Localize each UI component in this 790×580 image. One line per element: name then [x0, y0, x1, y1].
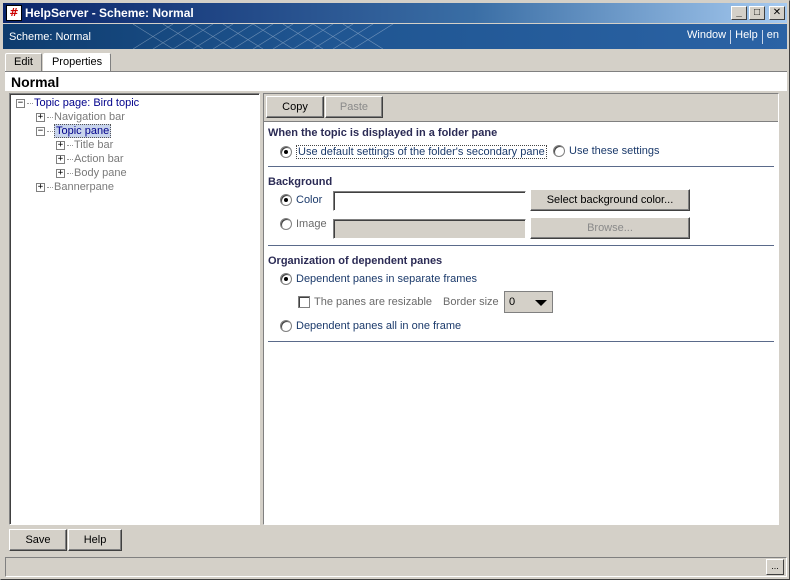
save-button[interactable]: Save [9, 529, 67, 551]
maximize-button[interactable]: □ [749, 6, 765, 20]
scheme-bar: Scheme: Normal Window Help en [3, 24, 787, 49]
tree-connector [47, 116, 53, 118]
section-divider [268, 341, 774, 342]
tab-edit[interactable]: Edit [5, 53, 42, 71]
paste-button[interactable]: Paste [325, 96, 383, 118]
background-color-field[interactable] [333, 191, 526, 211]
checkbox-label: The panes are resizable [314, 296, 433, 308]
close-button[interactable]: ✕ [769, 6, 785, 20]
expand-icon[interactable]: + [56, 168, 65, 178]
border-size-label: Border size [443, 296, 499, 308]
section-divider [268, 166, 774, 167]
tree-connector [27, 102, 33, 104]
title-bar: # HelpServer - Scheme: Normal _ □ ✕ [3, 3, 787, 23]
tree-node-topic-page[interactable]: − Topic page: Bird topic [16, 96, 139, 110]
checkbox-panes-resizable[interactable]: The panes are resizable [298, 296, 432, 308]
collapse-icon[interactable]: − [36, 126, 45, 136]
radio-icon[interactable] [280, 273, 292, 285]
window-title: HelpServer - Scheme: Normal [25, 6, 194, 20]
select-background-color-button[interactable]: Select background color... [530, 189, 690, 211]
folder-pane-section-title: When the topic is displayed in a folder … [268, 127, 498, 139]
tree-node-label: Body pane [74, 167, 127, 179]
copy-button[interactable]: Copy [266, 96, 324, 118]
background-image-field[interactable] [333, 219, 526, 239]
radio-background-image[interactable]: Image [280, 218, 327, 230]
status-options-button[interactable]: ... [766, 559, 784, 575]
expand-icon[interactable]: + [56, 140, 65, 150]
tree-node-topic-pane[interactable]: − Topic pane [36, 124, 112, 138]
tree-node-bannerpane[interactable]: + Bannerpane [36, 180, 114, 194]
radio-label: Dependent panes in separate frames [296, 273, 478, 285]
browse-button[interactable]: Browse... [530, 217, 690, 239]
background-section-title: Background [268, 176, 333, 188]
status-bar: ... [5, 557, 787, 577]
expand-icon[interactable]: + [36, 112, 45, 122]
checkbox-icon[interactable] [298, 296, 310, 308]
radio-label: Color [296, 194, 323, 206]
tree-node-navigation-bar[interactable]: + Navigation bar [36, 110, 125, 124]
menu-help[interactable]: Help [731, 29, 762, 44]
scheme-bar-decoration [133, 24, 394, 49]
tree-connector [47, 186, 53, 188]
tree-node-label: Bannerpane [54, 181, 114, 193]
tree-node-label: Navigation bar [54, 111, 125, 123]
chevron-down-icon [535, 300, 547, 306]
radio-icon[interactable] [280, 320, 292, 332]
app-icon: # [6, 5, 22, 21]
tree-node-label: Topic pane [54, 124, 112, 138]
tree-connector [67, 144, 73, 146]
tree-node-action-bar[interactable]: + Action bar [56, 152, 124, 166]
tree-connector [67, 172, 73, 174]
border-size-select[interactable]: 0 [504, 291, 553, 313]
radio-icon[interactable] [280, 218, 292, 230]
border-size-value: 0 [509, 296, 516, 308]
expand-icon[interactable]: + [36, 182, 45, 192]
minimize-button[interactable]: _ [731, 6, 747, 20]
menu-language[interactable]: en [763, 29, 783, 44]
radio-icon[interactable] [280, 194, 292, 206]
tab-properties[interactable]: Properties [42, 53, 112, 72]
tree-connector [67, 158, 73, 160]
organization-section-title: Organization of dependent panes [268, 255, 443, 267]
radio-icon[interactable] [280, 146, 292, 158]
radio-one-frame[interactable]: Dependent panes all in one frame [280, 320, 461, 332]
radio-default-settings[interactable]: Use default settings of the folder's sec… [280, 145, 547, 159]
radio-label: Use these settings [569, 145, 660, 157]
page-title: Normal [11, 74, 60, 90]
radio-label: Dependent panes all in one frame [296, 320, 462, 332]
tree-node-label: Action bar [74, 153, 124, 165]
radio-icon[interactable] [553, 145, 565, 157]
properties-panel: Copy Paste When the topic is displayed i… [263, 93, 779, 525]
tree-node-label: Topic page: Bird topic [34, 97, 140, 109]
heading-bar: Normal [5, 71, 787, 91]
radio-background-color[interactable]: Color [280, 194, 322, 206]
tab-strip: Edit Properties [5, 53, 112, 72]
expand-icon[interactable]: + [56, 154, 65, 164]
main-window: # HelpServer - Scheme: Normal _ □ ✕ Sche… [0, 0, 790, 580]
help-button[interactable]: Help [68, 529, 122, 551]
tree-connector [47, 130, 53, 132]
menu-window[interactable]: Window [683, 29, 730, 44]
section-divider [268, 245, 774, 246]
radio-use-these-settings[interactable]: Use these settings [553, 145, 660, 157]
radio-label: Image [296, 218, 327, 230]
tree-node-title-bar[interactable]: + Title bar [56, 138, 113, 152]
tree-node-label: Title bar [74, 139, 114, 151]
properties-toolbar: Copy Paste [264, 94, 778, 122]
radio-separate-frames[interactable]: Dependent panes in separate frames [280, 273, 477, 285]
collapse-icon[interactable]: − [16, 98, 25, 108]
radio-label: Use default settings of the folder's sec… [296, 145, 547, 159]
scheme-tree: − Topic page: Bird topic + Navigation ba… [9, 93, 260, 525]
tree-node-body-pane[interactable]: + Body pane [56, 166, 127, 180]
